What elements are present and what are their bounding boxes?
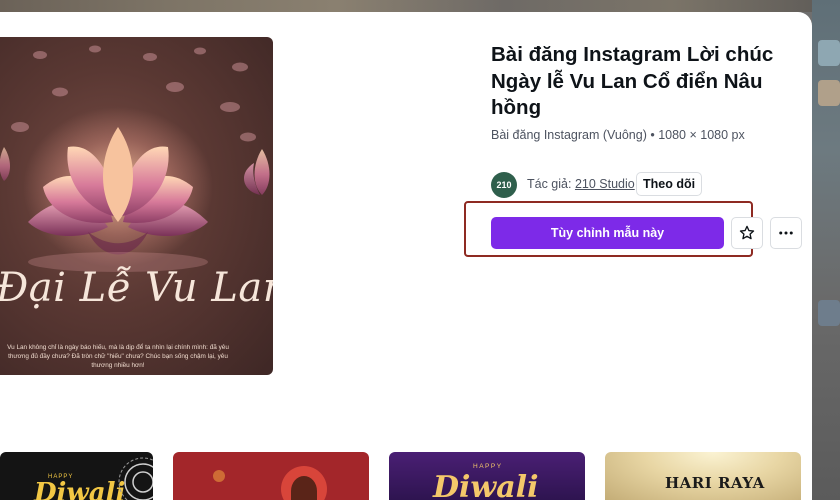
related-template-card[interactable]: HAPPY Diwali	[389, 452, 585, 500]
author-link[interactable]: 210 Studio	[575, 177, 635, 191]
more-dots-icon	[779, 231, 793, 235]
background-thumbnail	[818, 40, 840, 66]
favorite-button[interactable]	[731, 217, 763, 249]
template-format: Bài đăng Instagram (Vuông) • 1080 × 1080…	[491, 128, 745, 142]
background-page-edge	[812, 0, 840, 500]
background-page-strip	[0, 0, 840, 12]
related-template-decoration	[213, 470, 225, 482]
related-template-card[interactable]: HARI RAYA	[605, 452, 801, 500]
template-detail-dialog: Đại Lễ Vu Lan Vu Lan không chỉ là ngày b…	[0, 12, 812, 500]
more-options-button[interactable]	[770, 217, 802, 249]
lotus-artwork	[0, 45, 270, 272]
customize-template-button[interactable]: Tùy chỉnh mẫu này	[491, 217, 724, 249]
template-title: Bài đăng Instagram Lời chúc Ngày lễ Vu L…	[491, 43, 774, 119]
author-label-group: Tác giả: 210 Studio	[527, 177, 635, 191]
follow-button[interactable]: Theo dõi	[636, 172, 703, 196]
background-thumbnail	[818, 300, 840, 326]
background-thumbnail	[818, 80, 840, 106]
preview-heading: Đại Lễ Vu Lan	[0, 265, 273, 311]
related-template-main-text: Diwali	[34, 478, 126, 500]
related-template-card[interactable]	[173, 452, 369, 500]
author-label: Tác giả:	[527, 177, 572, 191]
related-template-main-text: Diwali	[433, 470, 539, 500]
related-template-figure	[291, 476, 317, 500]
author-row: 210 Tác giả: 210 Studio Theo dõi	[491, 172, 811, 198]
related-template-card[interactable]: HAPPY Diwali	[0, 452, 153, 500]
author-avatar[interactable]: 210	[491, 172, 517, 198]
star-outline-icon	[739, 225, 755, 240]
related-template-top-text: HAPPY	[473, 463, 503, 470]
mandala-ornament	[118, 457, 153, 500]
template-preview-image[interactable]: Đại Lễ Vu Lan Vu Lan không chỉ là ngày b…	[0, 37, 273, 375]
preview-caption: Vu Lan không chỉ là ngày báo hiếu, mà là…	[7, 344, 229, 369]
related-template-main-text: HARI RAYA	[665, 474, 765, 492]
